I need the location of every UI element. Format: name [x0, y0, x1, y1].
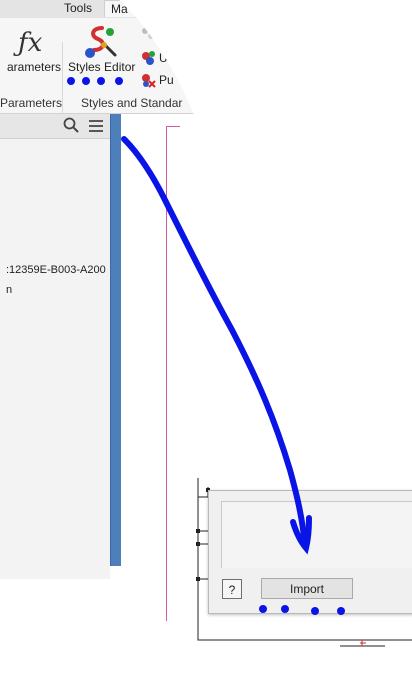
import-dialog: ? Import: [208, 490, 412, 614]
dialog-content-frame: [221, 501, 412, 568]
help-button[interactable]: ?: [222, 579, 242, 599]
import-button[interactable]: Import: [261, 578, 353, 599]
